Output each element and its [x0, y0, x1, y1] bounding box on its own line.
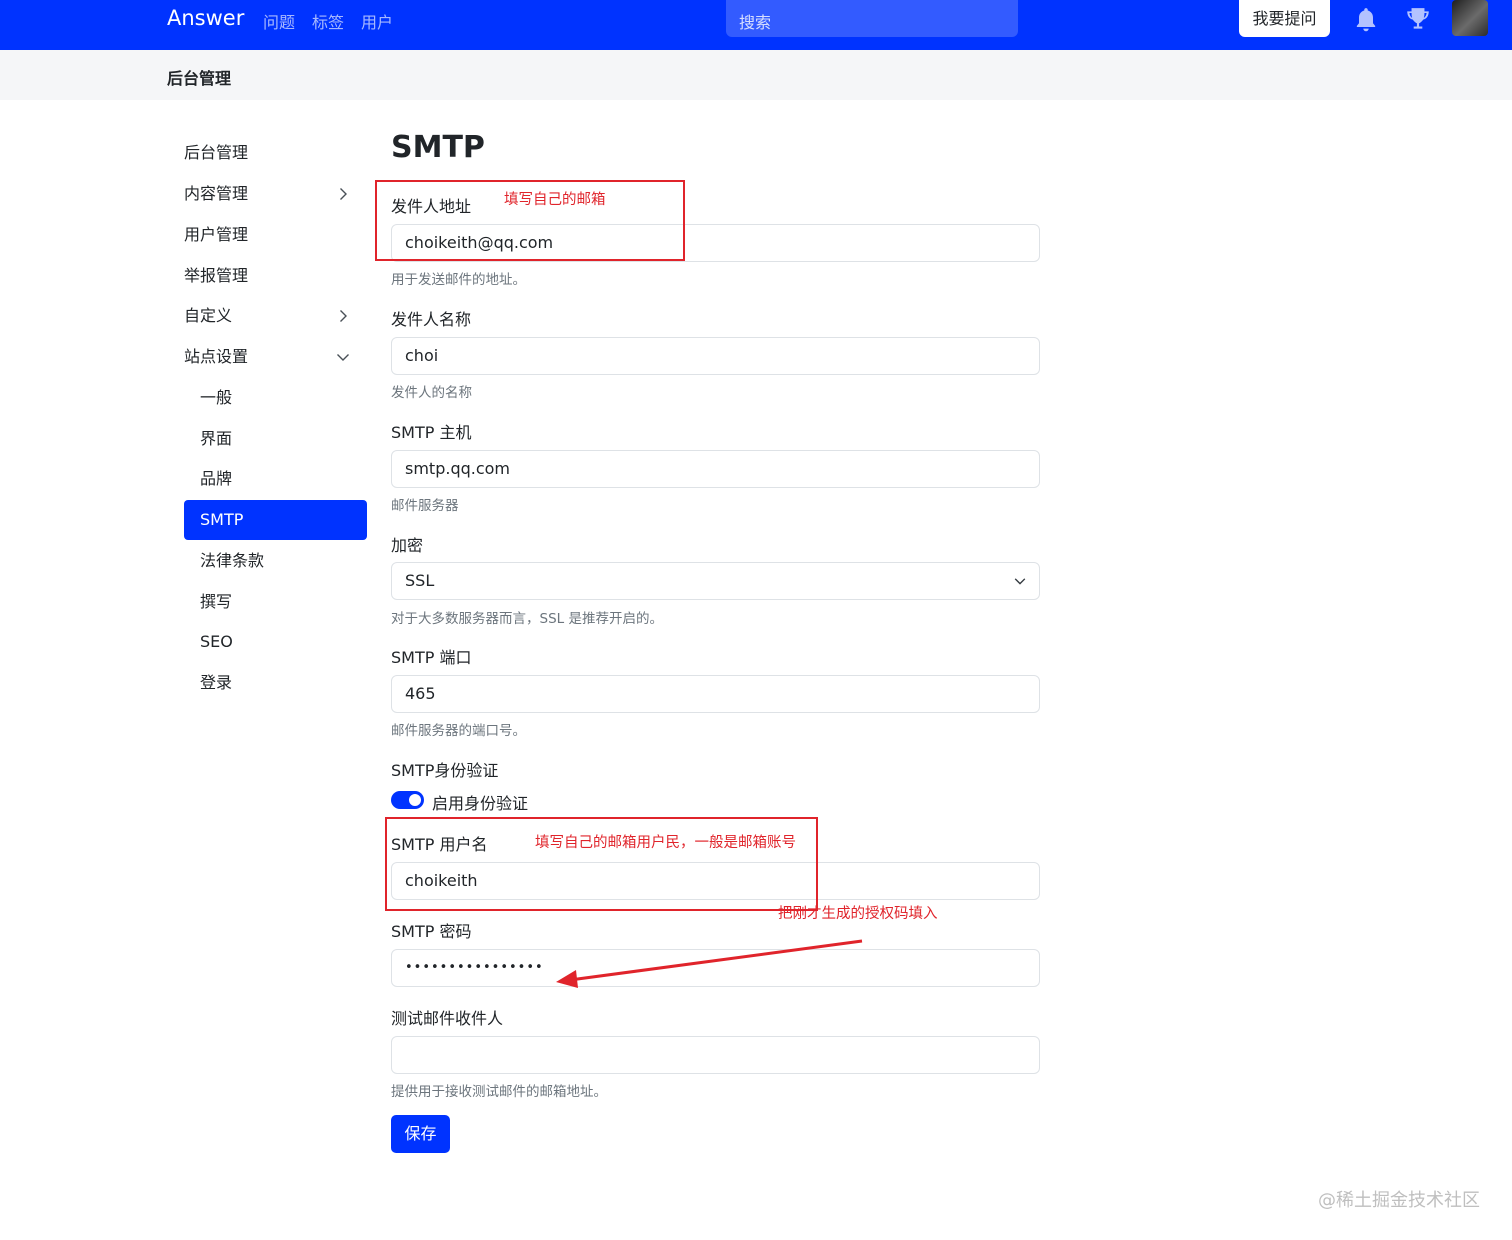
sidebar-item-interface[interactable]: 界面: [184, 419, 367, 459]
sidebar-item-label: 举报管理: [184, 266, 249, 285]
annotation-arrow-icon: [556, 939, 863, 988]
smtp-port-field[interactable]: 465: [391, 675, 1040, 713]
smtp-host-label: SMTP 主机: [391, 423, 472, 442]
sidebar-item-site-settings[interactable]: 站点设置: [184, 337, 367, 377]
sidebar-item-customize[interactable]: 自定义: [184, 296, 367, 336]
encryption-hint: 对于大多数服务器而言，SSL 是推荐开启的。: [391, 611, 663, 627]
smtp-host-field[interactable]: smtp.qq.com: [391, 450, 1040, 488]
nav-link-questions[interactable]: 问题: [263, 9, 295, 33]
sidebar-item-label: 界面: [200, 429, 233, 448]
sidebar-item-label: 一般: [200, 388, 233, 407]
from-name-hint: 发件人的名称: [391, 385, 472, 401]
chevron-right-icon: [340, 310, 347, 322]
sidebar-item-label: 内容管理: [184, 184, 249, 203]
encryption-selected-value: SSL: [405, 571, 435, 590]
page-header: 后台管理: [0, 50, 1512, 100]
chevron-right-icon: [340, 188, 347, 200]
encryption-select[interactable]: SSL: [391, 562, 1040, 600]
sidebar-item-label: 登录: [200, 673, 233, 692]
encryption-label: 加密: [391, 536, 424, 555]
annotation-note-from-email: 填写自己的邮箱: [504, 192, 606, 208]
smtp-port-label: SMTP 端口: [391, 648, 472, 667]
annotation-note-username: 填写自己的邮箱用户民，一般是邮箱账号: [535, 835, 796, 851]
sidebar-item-label: 后台管理: [184, 143, 249, 162]
smtp-auth-toggle[interactable]: [391, 791, 424, 809]
sidebar-item-branding[interactable]: 品牌: [184, 459, 367, 499]
nav-link-tags[interactable]: 标签: [312, 9, 344, 33]
from-name-field[interactable]: choi: [391, 337, 1040, 375]
from-email-hint: 用于发送邮件的地址。: [391, 272, 526, 288]
page-header-title: 后台管理: [167, 69, 232, 88]
nav-link-users[interactable]: 用户: [361, 9, 393, 33]
brand-logo[interactable]: Answer: [167, 6, 244, 30]
sidebar-item-label: 站点设置: [184, 347, 249, 366]
sidebar-item-users[interactable]: 用户管理: [184, 215, 367, 255]
trophy-icon[interactable]: [1405, 6, 1431, 34]
sidebar-item-dashboard[interactable]: 后台管理: [184, 133, 367, 173]
smtp-auth-toggle-label: 启用身份验证: [432, 794, 529, 813]
smtp-port-hint: 邮件服务器的端口号。: [391, 723, 526, 739]
sidebar-item-label: SMTP: [200, 510, 244, 529]
top-navbar: Answer 问题 标签 用户 搜索 我要提问: [0, 0, 1512, 50]
sidebar-item-seo[interactable]: SEO: [184, 622, 367, 662]
sidebar-item-label: 品牌: [200, 469, 233, 488]
test-recipient-label: 测试邮件收件人: [391, 1009, 504, 1028]
sidebar-item-label: 用户管理: [184, 225, 249, 244]
user-avatar[interactable]: [1452, 0, 1488, 36]
search-placeholder: 搜索: [739, 13, 772, 32]
sidebar-item-write[interactable]: 撰写: [184, 582, 367, 622]
save-button[interactable]: 保存: [391, 1115, 450, 1153]
sidebar-item-label: 法律条款: [200, 551, 265, 570]
sidebar-item-login[interactable]: 登录: [184, 663, 367, 703]
search-input[interactable]: 搜索: [726, 0, 1018, 37]
smtp-auth-label: SMTP身份验证: [391, 761, 499, 780]
smtp-password-label: SMTP 密码: [391, 922, 472, 941]
page-title: SMTP: [391, 130, 485, 165]
test-recipient-hint: 提供用于接收测试邮件的邮箱地址。: [391, 1084, 607, 1100]
chevron-down-icon: [337, 354, 349, 361]
watermark: @稀土掘金技术社区: [1318, 1190, 1480, 1211]
sidebar-item-general[interactable]: 一般: [184, 378, 367, 418]
sidebar-item-label: SEO: [200, 632, 233, 651]
test-recipient-field[interactable]: [391, 1036, 1040, 1074]
sidebar-item-content[interactable]: 内容管理: [184, 174, 367, 214]
ask-question-button[interactable]: 我要提问: [1239, 0, 1330, 37]
sidebar-item-smtp[interactable]: SMTP: [184, 500, 367, 540]
sidebar-item-reports[interactable]: 举报管理: [184, 256, 367, 296]
sidebar-item-legal[interactable]: 法律条款: [184, 541, 367, 581]
annotation-note-password: 把刚才生成的授权码填入: [778, 906, 938, 922]
from-name-label: 发件人名称: [391, 310, 472, 329]
sidebar-item-label: 自定义: [184, 306, 233, 325]
chevron-down-icon: [1014, 578, 1026, 585]
sidebar-item-label: 撰写: [200, 592, 233, 611]
smtp-host-hint: 邮件服务器: [391, 498, 459, 514]
bell-icon[interactable]: [1353, 6, 1379, 34]
